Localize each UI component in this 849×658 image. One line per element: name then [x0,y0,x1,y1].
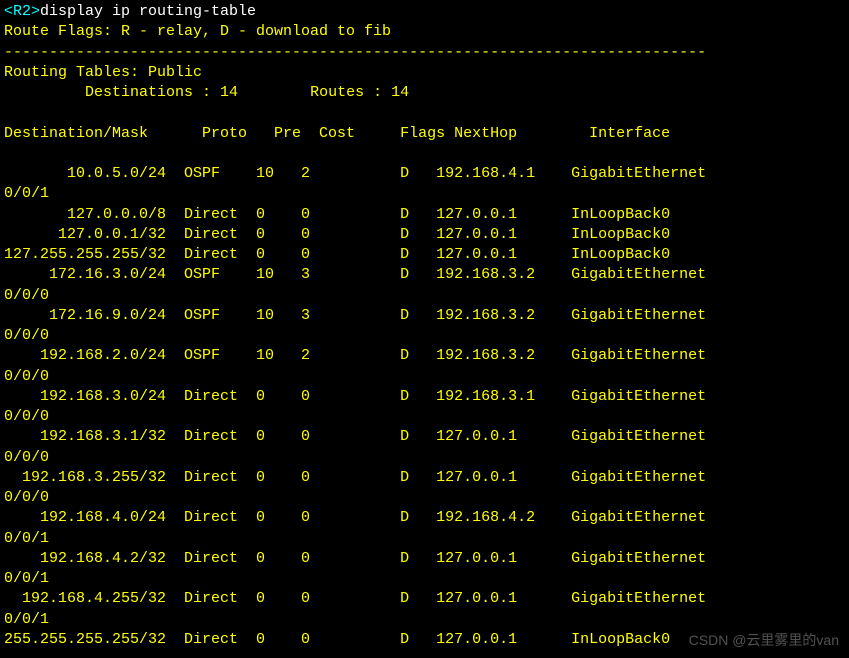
table-row-cont: 0/0/0 [4,488,845,508]
dest-value: 14 [220,84,238,101]
table-title: Routing Tables: Public [4,63,845,83]
table-row: 255.255.255.255/32 Direct 0 0 D 127.0.0.… [4,630,845,650]
table-row-cont: 0/0/0 [4,326,845,346]
flags-legend: Route Flags: R - relay, D - download to … [4,22,845,42]
table-row: 172.16.3.0/24 OSPF 10 3 D 192.168.3.2 Gi… [4,265,845,285]
table-row: 127.0.0.1/32 Direct 0 0 D 127.0.0.1 InLo… [4,225,845,245]
routes-label: Routes : [310,84,391,101]
table-row: 192.168.3.255/32 Direct 0 0 D 127.0.0.1 … [4,468,845,488]
prompt-line: <R2>display ip routing-table [4,2,845,22]
prompt-host: <R2> [4,3,40,20]
table-row: 192.168.4.2/32 Direct 0 0 D 127.0.0.1 Gi… [4,549,845,569]
divider: ----------------------------------------… [4,43,845,63]
table-row-cont: 0/0/1 [4,529,845,549]
table-row-cont: 0/0/0 [4,286,845,306]
table-row-cont: 0/0/1 [4,569,845,589]
table-row-cont: 0/0/1 [4,184,845,204]
table-row: 172.16.9.0/24 OSPF 10 3 D 192.168.3.2 Gi… [4,306,845,326]
table-row: 192.168.2.0/24 OSPF 10 2 D 192.168.3.2 G… [4,346,845,366]
table-row: 10.0.5.0/24 OSPF 10 2 D 192.168.4.1 Giga… [4,164,845,184]
table-header: Destination/Mask Proto Pre Cost Flags Ne… [4,124,845,144]
table-row-cont: 0/0/0 [4,367,845,387]
prompt-command: display ip routing-table [40,3,256,20]
table-row: 192.168.4.0/24 Direct 0 0 D 192.168.4.2 … [4,508,845,528]
table-row: 127.0.0.0/8 Direct 0 0 D 127.0.0.1 InLoo… [4,205,845,225]
summary-line: Destinations : 14 Routes : 14 [4,83,845,103]
dest-label: Destinations : [85,84,220,101]
table-row: 192.168.3.1/32 Direct 0 0 D 127.0.0.1 Gi… [4,427,845,447]
routes-value: 14 [391,84,409,101]
table-row: 127.255.255.255/32 Direct 0 0 D 127.0.0.… [4,245,845,265]
table-row-cont: 0/0/1 [4,610,845,630]
table-row: 192.168.3.0/24 Direct 0 0 D 192.168.3.1 … [4,387,845,407]
table-row: 192.168.4.255/32 Direct 0 0 D 127.0.0.1 … [4,589,845,609]
table-row-cont: 0/0/0 [4,448,845,468]
routing-table: Destination/Mask Proto Pre Cost Flags Ne… [4,124,845,651]
table-row-cont: 0/0/0 [4,407,845,427]
